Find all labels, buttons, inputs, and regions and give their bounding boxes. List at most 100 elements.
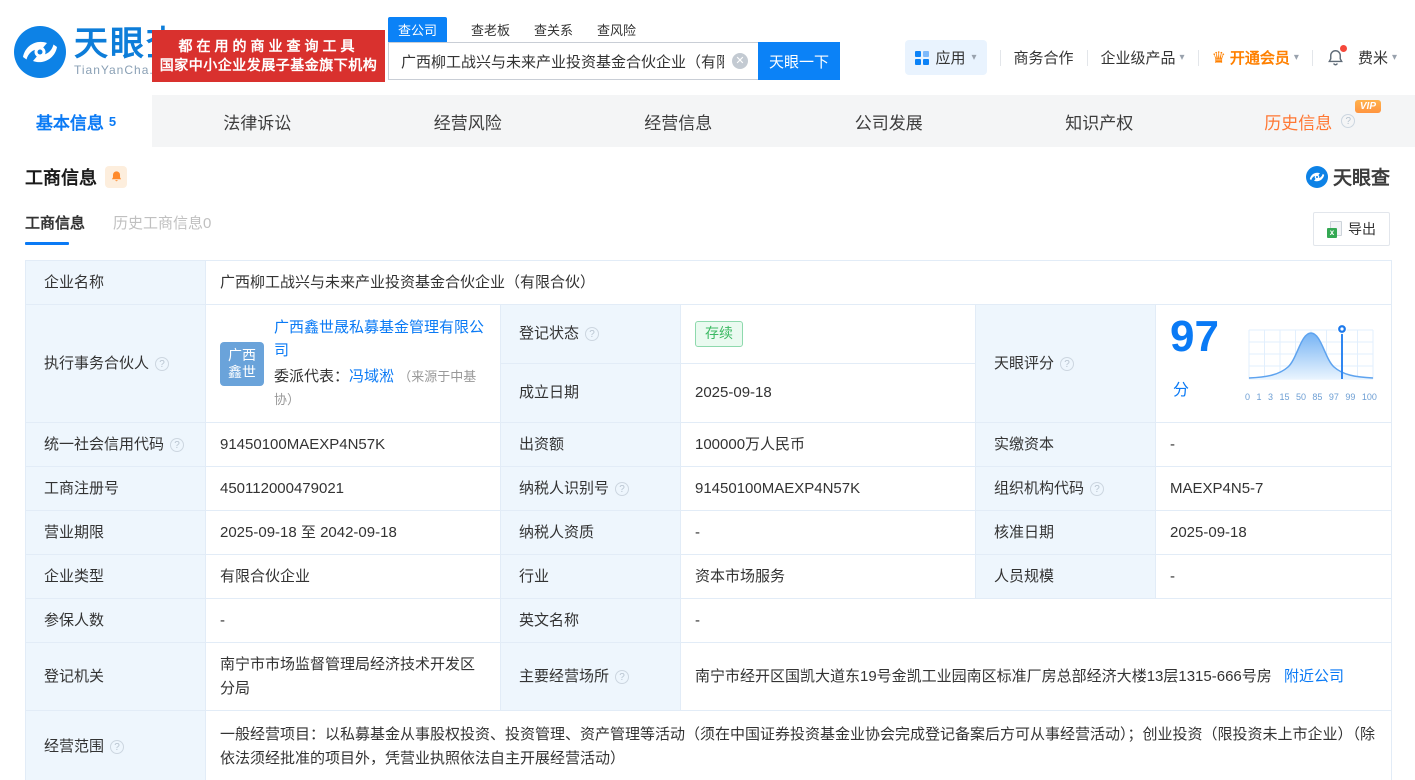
help-icon[interactable] [110,739,125,754]
field-label-contribution: 出资额 [500,422,681,467]
subtab-business-info-label: 工商信息 [25,215,86,232]
chevron-down-icon: ▾ [1179,52,1185,63]
tab-operating-info[interactable]: 经营信息 [573,95,784,147]
field-label-taxpayer-id: 纳税人识别号 [500,466,681,511]
open-vip-label: 开通会员 [1229,50,1290,67]
rep-label: 委派代表： [274,367,350,385]
tab-basic-info[interactable]: 基本信息 5 [0,95,152,147]
help-icon[interactable] [585,327,600,342]
search-tab-company[interactable]: 查公司 [388,17,448,42]
field-value-business-term: 2025-09-18 至 2042-09-18 [205,510,501,555]
field-label-org-code: 组织机构代码 [975,466,1156,511]
slogan-line1: 都在用的商业查询工具 [178,38,359,54]
apps-menu[interactable]: 应用 ▾ [905,40,987,75]
field-label-insured-count: 参保人数 [25,598,206,643]
tab-history-info[interactable]: VIP 历史信息 [1205,95,1415,147]
business-cooperation-link[interactable]: 商务合作 [1014,47,1074,68]
help-icon[interactable] [170,437,185,452]
field-value-industry: 资本市场服务 [680,554,976,599]
field-value-reg-authority: 南宁市市场监督管理局经济技术开发区分局 [205,642,501,711]
tab-legal-label: 法律诉讼 [223,113,292,133]
active-underline [25,242,69,245]
search-button[interactable]: 天眼一下 [758,42,840,80]
field-value-paid-capital: - [1155,422,1392,467]
field-label-credit-code: 统一社会信用代码 [25,422,206,467]
partner-avatar[interactable]: 广西 鑫世 [220,341,264,386]
help-icon[interactable] [1341,114,1356,128]
section-title: 工商信息 [25,167,97,188]
field-label-tyc-score: 天眼评分 [975,304,1156,423]
chevron-down-icon: ▾ [1391,52,1397,63]
field-value-company-name: 广西柳工战兴与未来产业投资基金合伙企业（有限合伙） [205,260,1392,305]
tab-intellectual-property[interactable]: 知识产权 [994,95,1205,147]
nearby-companies-link[interactable]: 附近公司 [1284,668,1344,685]
monitor-bell-button[interactable] [105,165,127,188]
score-distribution-chart: 01 3 15 50 85 97 99 100 [1245,322,1377,404]
help-icon[interactable] [1090,481,1105,496]
field-label-paid-capital: 实缴资本 [975,422,1156,467]
field-label-industry: 行业 [500,554,681,599]
notification-bell[interactable] [1326,45,1347,67]
help-icon[interactable] [155,356,170,371]
field-value-english-name: - [680,598,1392,643]
tab-company-development-label: 公司发展 [854,113,923,133]
help-icon[interactable] [615,669,630,684]
username: 费米 [1357,50,1388,67]
search-input[interactable] [388,42,758,80]
menu-divider [1197,49,1199,66]
tab-intellectual-property-label: 知识产权 [1065,113,1134,133]
apps-label: 应用 [935,50,966,67]
field-label-company-name: 企业名称 [25,260,206,305]
partner-company-link[interactable]: 广西鑫世晟私募基金管理有限公司 [274,319,484,359]
company-page-tabs: 基本信息 5 法律诉讼 经营风险 经营信息 公司发展 知识产权 VIP 历史信息 [0,95,1415,147]
field-value-contribution: 100000万人民币 [680,422,976,467]
tab-legal[interactable]: 法律诉讼 [152,95,363,147]
field-value-taxpayer-id: 91450100MAEXP4N57K [680,466,976,511]
search-block: 查公司 查老板 查关系 查风险 天眼一下 [388,17,840,80]
field-label-reg-authority: 登记机关 [25,642,206,711]
tab-basic-info-label: 基本信息 [35,113,104,133]
crown-icon: ♛ [1211,49,1226,67]
chevron-down-icon: ▾ [971,52,977,63]
field-value-reg-number: 450112000479021 [205,466,501,511]
subtab-history-business-info[interactable]: 历史工商信息0 [113,212,211,233]
tab-operating-risk[interactable]: 经营风险 [363,95,574,147]
help-icon[interactable] [1060,356,1075,371]
tab-company-development[interactable]: 公司发展 [784,95,995,147]
top-header: 天眼查 TianYanCha.com 都在用的商业查询工具 国家中小企业发展子基… [0,0,1415,95]
field-value-company-type: 有限合伙企业 [205,554,501,599]
help-icon[interactable] [615,481,630,496]
chevron-down-icon: ▾ [1293,52,1299,63]
search-tab-relation[interactable]: 查关系 [534,17,573,42]
tab-operating-info-label: 经营信息 [644,113,713,133]
field-label-business-term: 营业期限 [25,510,206,555]
section-corner-logo: 天眼查 [1305,163,1390,190]
clear-search-icon[interactable] [732,53,748,69]
notification-dot [1339,45,1347,52]
topbar-right-menu: 应用 ▾ 商务合作 企业级产品 ▾ ♛ 开通会员 ▾ 费米 ▾ [905,40,1397,75]
score-axis-labels: 01 3 15 50 85 97 99 100 [1245,391,1377,402]
field-label-establish-date: 成立日期 [500,363,681,423]
field-value-establish-date: 2025-09-18 [680,363,976,423]
field-label-approval-date: 核准日期 [975,510,1156,555]
field-value-taxpayer-quality: - [680,510,976,555]
tab-operating-risk-label: 经营风险 [433,113,502,133]
score-number: 97分 [1170,311,1219,399]
field-label-business-scope: 经营范围 [25,710,206,780]
menu-divider [999,49,1001,66]
open-vip-menu[interactable]: ♛ 开通会员 ▾ [1212,47,1299,68]
field-value-tyc-score[interactable]: 97分 0 1 3 15 50 85 97 99 100 [1155,304,1392,423]
subtab-business-info[interactable]: 工商信息 [25,212,85,245]
tab-basic-info-count: 5 [108,113,117,129]
field-label-reg-status: 登记状态 [500,304,681,364]
enterprise-products-menu[interactable]: 企业级产品 ▾ [1101,47,1185,68]
export-button[interactable]: x 导出 [1313,212,1390,246]
user-menu[interactable]: 费米 ▾ [1358,47,1397,68]
search-tab-boss[interactable]: 查老板 [471,17,510,42]
field-label-business-address: 主要经营场所 [500,642,681,711]
field-value-org-code: MAEXP4N5-7 [1155,466,1392,511]
rep-name-link[interactable]: 冯域淞 [349,368,394,385]
export-label: 导出 [1348,221,1376,237]
search-tab-risk[interactable]: 查风险 [597,17,636,42]
brand-slogan: 都在用的商业查询工具 国家中小企业发展子基金旗下机构 [152,30,385,82]
